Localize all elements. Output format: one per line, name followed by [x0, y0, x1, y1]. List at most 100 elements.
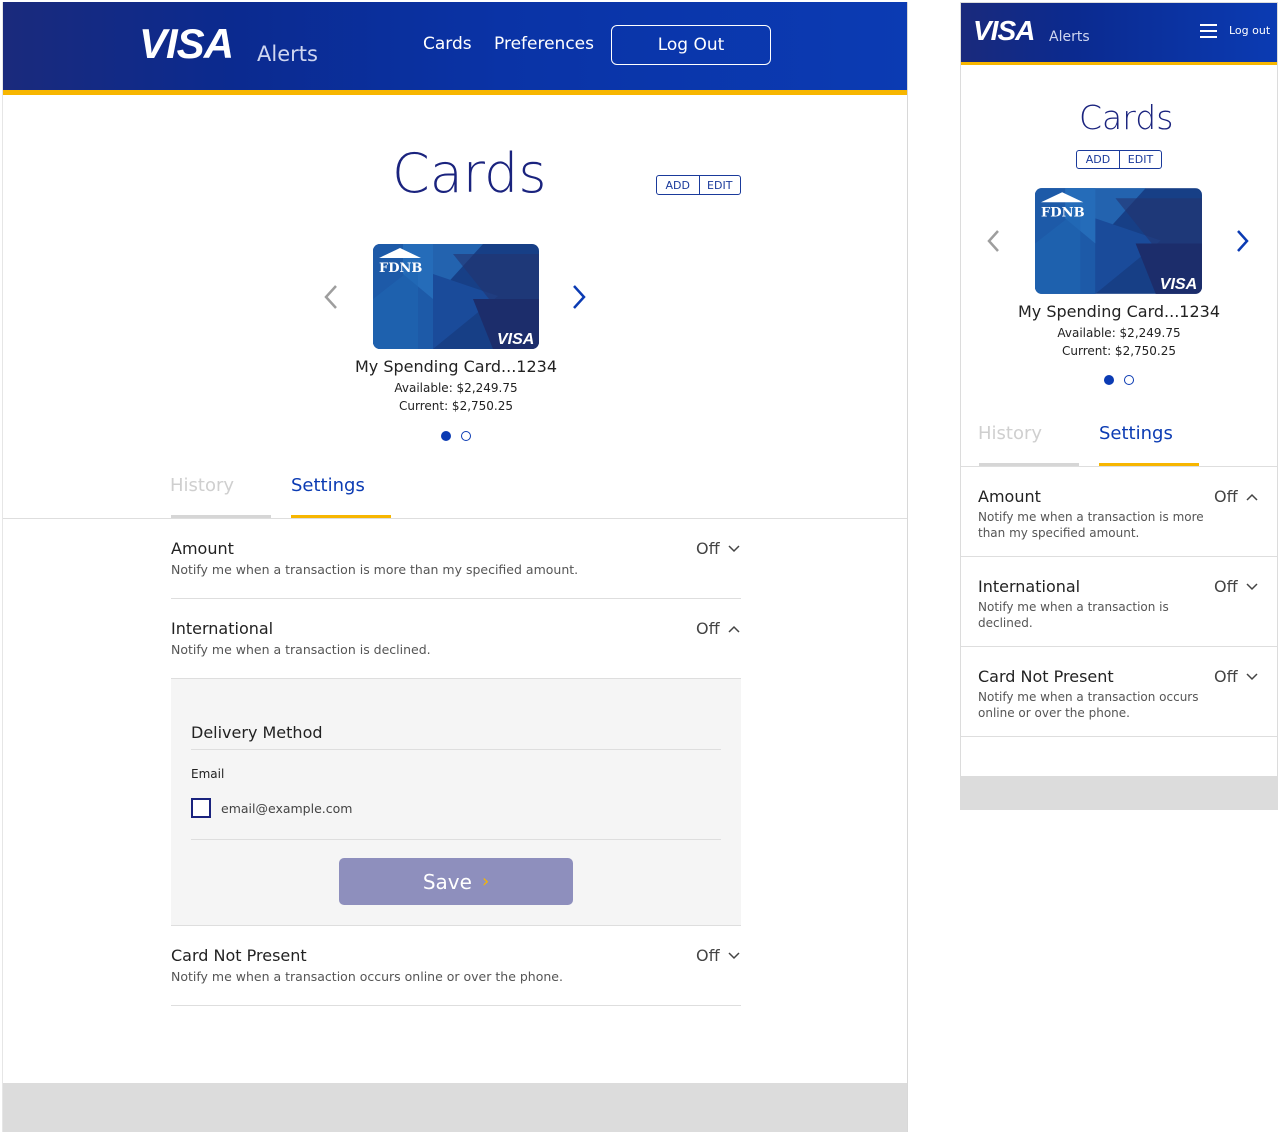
setting-cnp-desc-line2: online or over the phone.	[978, 706, 1130, 720]
delivery-divider	[191, 749, 721, 750]
chevron-down-icon	[728, 951, 740, 959]
setting-amount-desc-line1: Notify me when a transaction is more	[978, 510, 1204, 524]
card-available: Available: $2,249.75	[1057, 326, 1181, 340]
row-divider	[171, 1005, 741, 1006]
nav-cards-link[interactable]: Cards	[423, 34, 472, 54]
card-current: Current: $2,750.25	[399, 399, 513, 413]
carousel-dot-1[interactable]	[441, 431, 451, 441]
tab-settings[interactable]: Settings	[291, 475, 365, 496]
setting-amount-toggle[interactable]: Off	[696, 539, 740, 558]
carousel-dot-1[interactable]	[1104, 375, 1114, 385]
setting-international-desc-line2: declined.	[978, 616, 1033, 630]
setting-amount-desc-line2: than my specified amount.	[978, 526, 1140, 540]
hamburger-icon[interactable]	[1200, 24, 1217, 38]
chevron-down-icon	[1246, 582, 1258, 590]
carousel-dot-2[interactable]	[1124, 375, 1134, 385]
card-available: Available: $2,249.75	[394, 381, 518, 395]
chevron-right-icon[interactable]	[569, 283, 589, 311]
desktop-view: VISA Alerts Cards Preferences Log Out Ca…	[2, 2, 908, 1132]
chevron-right-icon: ›	[481, 871, 490, 892]
setting-cnp-toggle[interactable]: Off	[696, 946, 740, 965]
mobile-header-bar: VISA Alerts Log out	[961, 3, 1277, 62]
edit-button[interactable]: EDIT	[1119, 151, 1161, 168]
page-title: Cards	[392, 142, 547, 205]
credit-card-image[interactable]: FDNB VISA	[1035, 188, 1202, 294]
save-button[interactable]: Save ›	[339, 858, 573, 905]
setting-international-state: Off	[1214, 577, 1238, 596]
tab-settings[interactable]: Settings	[1099, 423, 1173, 444]
email-address: email@example.com	[221, 801, 353, 816]
product-name: Alerts	[1049, 29, 1090, 45]
setting-international-desc-line1: Notify me when a transaction is	[978, 600, 1169, 614]
setting-amount-state: Off	[696, 539, 720, 558]
email-checkbox[interactable]	[191, 798, 211, 818]
chevron-right-icon[interactable]	[1233, 228, 1251, 254]
delivery-email-label: Email	[191, 767, 225, 781]
row-divider	[171, 598, 741, 599]
nav-preferences-link[interactable]: Preferences	[494, 34, 594, 54]
delivery-heading: Delivery Method	[191, 723, 323, 742]
setting-cnp-desc-line1: Notify me when a transaction occurs	[978, 690, 1199, 704]
product-name: Alerts	[257, 42, 318, 66]
header-bar: VISA Alerts Cards Preferences Log Out	[3, 2, 907, 90]
setting-amount-title: Amount	[171, 539, 234, 558]
header-accent-bar	[3, 90, 907, 95]
save-label: Save	[422, 869, 472, 894]
mobile-logout-link[interactable]: Log out	[1229, 24, 1270, 37]
card-issuer-logo: FDNB	[1041, 205, 1085, 220]
card-current: Current: $2,750.25	[1062, 344, 1176, 358]
setting-cnp-title: Card Not Present	[978, 667, 1114, 686]
visa-logo[interactable]: VISA	[973, 15, 1035, 47]
row-divider	[961, 646, 1277, 647]
page-title: Cards	[1079, 98, 1174, 137]
delivery-panel: Delivery Method Email email@example.com …	[171, 679, 741, 925]
visa-logo[interactable]: VISA	[139, 20, 234, 68]
setting-cnp-state: Off	[1214, 667, 1238, 686]
card-network-logo: VISA	[497, 331, 534, 348]
add-button[interactable]: ADD	[657, 176, 699, 194]
chevron-left-icon[interactable]	[985, 228, 1003, 254]
tabs-divider	[3, 518, 907, 519]
carousel-dot-2[interactable]	[461, 431, 471, 441]
setting-cnp-toggle[interactable]: Off	[1214, 667, 1258, 686]
card-issuer-logo: FDNB	[379, 261, 422, 276]
row-divider	[171, 925, 741, 926]
card-name: My Spending Card...1234	[1017, 302, 1221, 321]
setting-international-title: International	[171, 619, 274, 638]
setting-cnp-title: Card Not Present	[171, 946, 307, 965]
chevron-up-icon	[728, 625, 740, 633]
setting-amount-desc: Notify me when a transaction is more tha…	[171, 562, 579, 577]
card-network-logo: VISA	[1160, 275, 1198, 293]
setting-cnp-state: Off	[696, 946, 720, 965]
setting-amount-state: Off	[1214, 487, 1238, 506]
tab-history[interactable]: History	[170, 475, 234, 496]
chevron-up-icon	[1246, 493, 1258, 501]
row-divider	[961, 736, 1277, 737]
edit-button[interactable]: EDIT	[698, 176, 741, 194]
tab-history[interactable]: History	[978, 423, 1042, 444]
chevron-left-icon[interactable]	[321, 283, 341, 311]
setting-international-desc: Notify me when a transaction is declined…	[171, 642, 431, 657]
chevron-down-icon	[1246, 672, 1258, 680]
add-button[interactable]: ADD	[1077, 151, 1119, 168]
setting-international-title: International	[978, 577, 1081, 596]
setting-amount-toggle[interactable]: Off	[1214, 487, 1258, 506]
footer	[3, 1083, 907, 1132]
row-divider	[961, 556, 1277, 557]
card-name: My Spending Card...1234	[354, 357, 558, 376]
add-edit-group: ADD EDIT	[656, 175, 741, 195]
header-accent-bar	[961, 62, 1277, 65]
setting-international-toggle[interactable]: Off	[1214, 577, 1258, 596]
credit-card-image[interactable]: FDNB VISA	[373, 244, 539, 349]
setting-cnp-desc: Notify me when a transaction occurs onli…	[171, 969, 563, 984]
mobile-view: VISA Alerts Log out Cards ADD EDIT FDNB …	[960, 2, 1278, 810]
delivery-divider	[191, 839, 721, 840]
logout-button[interactable]: Log Out	[611, 25, 771, 65]
setting-international-state: Off	[696, 619, 720, 638]
chevron-down-icon	[728, 544, 740, 552]
setting-amount-title: Amount	[978, 487, 1041, 506]
footer	[961, 776, 1277, 809]
setting-international-toggle[interactable]: Off	[696, 619, 740, 638]
tabs-divider	[961, 466, 1277, 467]
add-edit-group: ADD EDIT	[1076, 150, 1162, 169]
